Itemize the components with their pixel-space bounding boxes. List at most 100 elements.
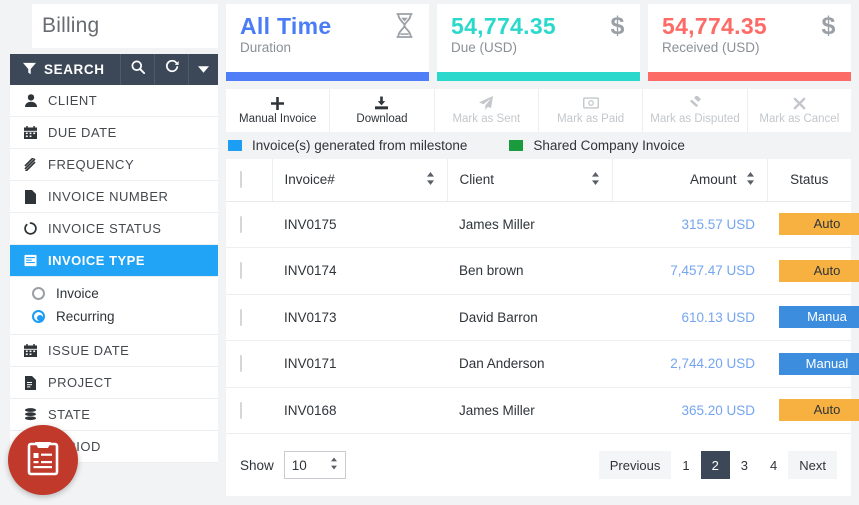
cell-invoice: INV0171 <box>272 340 447 388</box>
action-toolbar: Manual Invoice Download Mark as Sent Mar… <box>226 88 851 133</box>
sidebar-item-label: INVOICE TYPE <box>48 253 146 268</box>
mark-as-disputed-button[interactable]: Mark as Disputed <box>642 88 746 133</box>
sidebar-item-label: INVOICE NUMBER <box>48 189 169 204</box>
search-filter-button[interactable]: SEARCH <box>10 54 120 85</box>
cell-client: Ben brown <box>447 247 612 295</box>
select-all-checkbox[interactable] <box>240 171 242 189</box>
cell-amount[interactable]: 365.20 USD <box>612 387 767 434</box>
mark-as-paid-button[interactable]: Mark as Paid <box>537 88 642 133</box>
mark-as-cancel-button[interactable]: Mark as Cancel <box>746 88 851 133</box>
pagination-previous[interactable]: Previous <box>598 451 672 479</box>
toolbar-label: Download <box>356 112 408 125</box>
cell-amount[interactable]: 610.13 USD <box>612 294 767 341</box>
radio-option-invoice[interactable]: Invoice <box>32 282 218 305</box>
status-badge: Manua <box>779 306 859 329</box>
column-header-client[interactable]: Client <box>447 159 613 202</box>
refresh-button[interactable] <box>154 54 188 85</box>
sort-icon[interactable] <box>591 171 600 188</box>
table-header: Invoice# Client Amount Status <box>226 159 851 202</box>
download-button[interactable]: Download <box>329 88 433 133</box>
radio-icon-selected <box>32 310 45 323</box>
legend-label-milestone: Invoice(s) generated from milestone <box>252 138 468 154</box>
cell-amount[interactable]: 7,457.47 USD <box>612 247 767 295</box>
project-file-icon <box>23 375 38 390</box>
invoice-type-icon <box>23 254 38 267</box>
download-icon <box>375 96 389 111</box>
gavel-icon <box>688 96 702 111</box>
row-checkbox[interactable] <box>240 262 242 280</box>
pagination-page-1[interactable]: 1 <box>671 451 701 479</box>
toolbar-label: Mark as Paid <box>557 112 625 125</box>
cell-status: Auto <box>767 201 859 248</box>
select-all-header <box>226 159 273 202</box>
sidebar-item-client[interactable]: CLIENT <box>10 85 218 117</box>
stat-accent-bar <box>648 71 851 81</box>
money-bill-icon <box>582 96 599 111</box>
column-label: Invoice# <box>284 172 335 188</box>
sidebar-item-label: ISSUE DATE <box>48 343 130 358</box>
filter-icon <box>23 62 36 78</box>
database-icon <box>23 408 38 421</box>
sidebar-item-frequency[interactable]: FREQUENCY <box>10 149 218 181</box>
table-row[interactable]: INV0171 Dan Anderson 2,744.20 USD Manual <box>226 340 859 388</box>
manual-invoice-button[interactable]: Manual Invoice <box>226 89 329 132</box>
pagination-page-2[interactable]: 2 <box>700 451 730 479</box>
sidebar-item-invoice-type[interactable]: INVOICE TYPE <box>10 245 218 277</box>
pagination-next[interactable]: Next <box>788 451 837 479</box>
column-header-invoice[interactable]: Invoice# <box>272 159 448 202</box>
table-row[interactable]: INV0175 James Miller 315.57 USD Auto <box>226 201 859 248</box>
close-x-icon <box>793 96 806 111</box>
row-checkbox[interactable] <box>240 401 242 419</box>
sidebar-item-invoice-status[interactable]: INVOICE STATUS <box>10 213 218 245</box>
sidebar-item-due-date[interactable]: DUE DATE <box>10 117 218 149</box>
sidebar-item-label: PROJECT <box>48 375 113 390</box>
plus-icon <box>271 96 285 111</box>
page-size-control: Show 10 <box>240 451 346 479</box>
column-label: Amount <box>689 172 737 188</box>
search-submit-button[interactable] <box>120 54 154 85</box>
sidebar-item-project[interactable]: PROJECT <box>10 367 218 399</box>
table-row[interactable]: INV0174 Ben brown 7,457.47 USD Auto <box>226 247 859 295</box>
filter-list: CLIENT DUE DATE FREQUENCY INVOICE NUMBER <box>10 85 218 463</box>
stat-accent-bar <box>226 71 429 81</box>
show-label: Show <box>240 457 274 473</box>
circle-notch-icon <box>23 222 38 235</box>
dollar-icon: $ <box>609 12 626 43</box>
stat-card-duration: All Time Duration <box>226 4 429 81</box>
mark-as-sent-button[interactable]: Mark as Sent <box>433 88 538 133</box>
table-row[interactable]: INV0173 David Barron 610.13 USD Manua <box>226 294 859 341</box>
sort-icon[interactable] <box>426 171 435 188</box>
sort-icon[interactable] <box>746 171 755 188</box>
search-icon <box>131 60 145 79</box>
frequency-icon <box>23 158 38 171</box>
row-checkbox[interactable] <box>240 355 242 373</box>
cell-invoice: INV0174 <box>272 247 447 295</box>
stat-value: 54,774.35 <box>451 13 557 39</box>
cell-invoice: INV0175 <box>272 201 447 248</box>
new-invoice-fab[interactable] <box>8 425 78 495</box>
row-checkbox[interactable] <box>240 215 242 233</box>
search-bar: SEARCH <box>10 54 218 85</box>
pagination-page-4[interactable]: 4 <box>759 451 789 479</box>
radio-icon <box>32 287 45 300</box>
radio-label: Invoice <box>56 286 99 301</box>
search-options-button[interactable] <box>188 54 218 85</box>
status-badge: Manual <box>779 352 859 375</box>
user-icon <box>23 94 38 107</box>
search-label: SEARCH <box>44 62 105 77</box>
legend: Invoice(s) generated from milestone Shar… <box>226 132 851 159</box>
row-checkbox[interactable] <box>240 308 242 326</box>
table-row[interactable]: INV0168 James Miller 365.20 USD Auto <box>226 387 859 434</box>
radio-option-recurring[interactable]: Recurring <box>32 305 218 328</box>
row-select-cell <box>226 247 272 295</box>
column-header-amount[interactable]: Amount <box>612 159 768 202</box>
sidebar-item-invoice-number[interactable]: INVOICE NUMBER <box>10 181 218 213</box>
page-size-select[interactable]: 10 <box>283 451 346 479</box>
svg-text:$: $ <box>822 13 836 38</box>
cell-amount[interactable]: 2,744.20 USD <box>612 340 767 388</box>
pagination-page-3[interactable]: 3 <box>729 451 760 479</box>
column-label: Status <box>790 172 829 188</box>
sidebar-item-issue-date[interactable]: ISSUE DATE <box>10 335 218 367</box>
calendar-icon <box>23 126 38 139</box>
cell-amount[interactable]: 315.57 USD <box>612 201 767 248</box>
